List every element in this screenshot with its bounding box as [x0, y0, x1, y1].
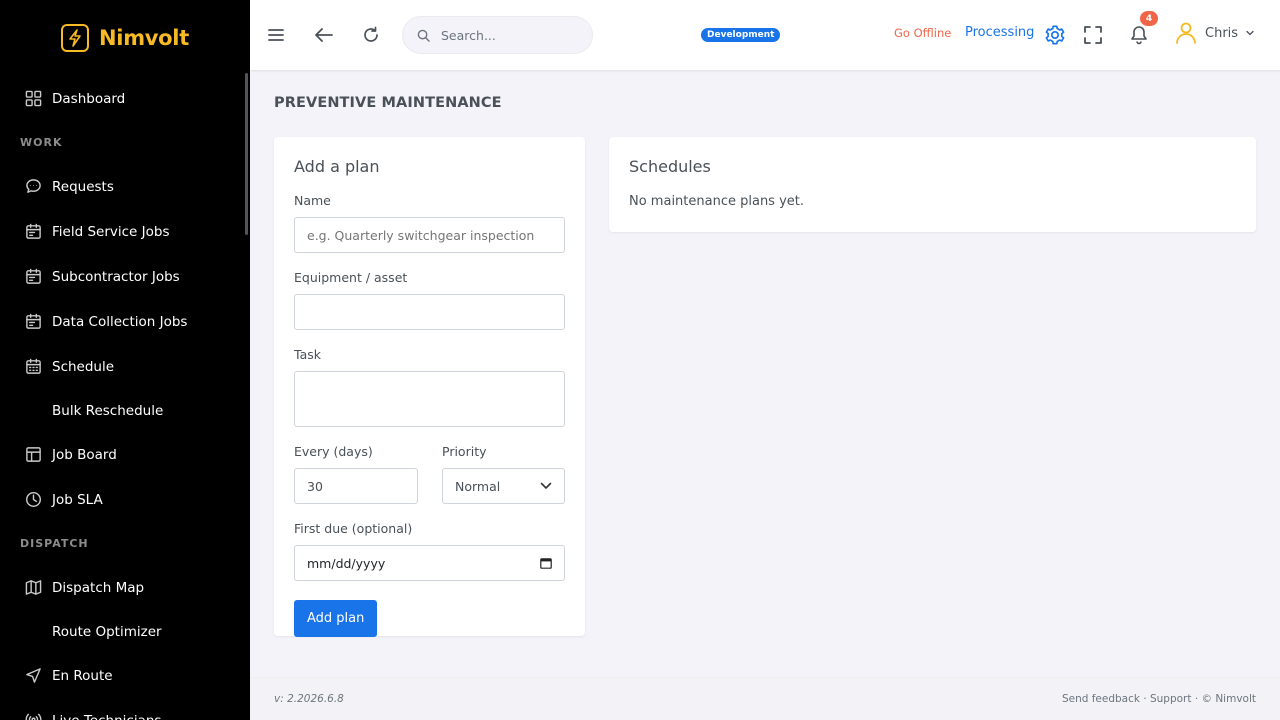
back-button[interactable] [309, 20, 339, 50]
fullscreen-icon [1084, 26, 1102, 44]
task-label: Task [294, 347, 321, 362]
sidebar-item-label: Requests [52, 178, 114, 195]
search-input[interactable] [441, 27, 581, 43]
sidebar-item-field-service-jobs[interactable]: Field Service Jobs [0, 209, 250, 254]
calendar-icon [24, 223, 42, 241]
sidebar-item-job-sla[interactable]: Job SLA [0, 477, 250, 522]
search-icon [417, 29, 430, 42]
sidebar-nav: Dashboard WORK Requests Field Service Jobs S… [0, 76, 250, 720]
footer: v: 2.2026.6.8 Send feedback · Support · … [250, 677, 1280, 720]
footer-links[interactable]: Send feedback · Support · © Nimvolt [1062, 693, 1256, 705]
sidebar-item-route-optimizer[interactable]: Route Optimizer [0, 610, 250, 653]
every-days-label: Every (days) [294, 444, 373, 459]
gear-icon[interactable] [1044, 24, 1066, 46]
refresh-icon [364, 26, 378, 42]
topbar: Development Go Offline Processing 4 Chri… [250, 0, 1280, 70]
sidebar-item-label: Job Board [52, 446, 117, 463]
search-box[interactable] [402, 16, 593, 54]
sidebar-item-label: Route Optimizer [52, 623, 162, 640]
schedules-empty-text: No maintenance plans yet. [629, 194, 805, 209]
add-plan-heading: Add a plan [294, 157, 380, 176]
name-label: Name [294, 193, 331, 208]
clock-icon [24, 491, 42, 509]
user-menu[interactable]: Chris [1175, 21, 1254, 45]
first-due-date-input[interactable]: mm/dd/yyyy [294, 545, 565, 581]
broadcast-icon [24, 712, 42, 720]
sidebar: Nimvolt Dashboard WORK Requests Field Servi… [0, 0, 250, 720]
page-title: PREVENTIVE MAINTENANCE [274, 95, 502, 111]
priority-label: Priority [442, 444, 487, 459]
calendar-icon [24, 268, 42, 286]
equipment-label: Equipment / asset [294, 270, 408, 285]
first-due-label: First due (optional) [294, 521, 413, 536]
sidebar-item-label: Subcontractor Jobs [52, 268, 180, 285]
hamburger-icon [268, 29, 284, 41]
sidebar-item-label: En Route [52, 667, 113, 684]
refresh-button[interactable] [356, 20, 386, 50]
sidebar-item-label: Bulk Reschedule [52, 402, 164, 419]
version-text: v: 2.2026.6.8 [274, 693, 344, 705]
arrow-left-icon [315, 28, 333, 42]
equipment-input[interactable] [294, 294, 565, 330]
sidebar-item-job-board[interactable]: Job Board [0, 432, 250, 477]
first-due-placeholder: mm/dd/yyyy [307, 555, 386, 571]
board-icon [24, 446, 42, 464]
sidebar-section-dispatch: DISPATCH [20, 537, 89, 550]
environment-badge: Development [701, 28, 781, 42]
name-input[interactable] [294, 217, 565, 253]
sidebar-item-dispatch-map[interactable]: Dispatch Map [0, 565, 250, 610]
sidebar-scrollbar[interactable] [245, 73, 248, 235]
sidebar-item-label: Dispatch Map [52, 579, 145, 596]
navigation-icon [24, 667, 42, 685]
task-textarea[interactable] [294, 371, 565, 427]
sidebar-item-dashboard[interactable]: Dashboard [0, 76, 250, 121]
grid-icon [24, 90, 42, 108]
sidebar-item-bulk-reschedule[interactable]: Bulk Reschedule [0, 389, 250, 432]
add-plan-button[interactable]: Add plan [294, 600, 378, 637]
chevron-down-icon [540, 482, 552, 490]
sidebar-item-label: Job SLA [52, 491, 103, 508]
sidebar-item-label: Dashboard [52, 90, 126, 107]
calendar-icon [24, 313, 42, 331]
user-icon [1176, 22, 1196, 44]
add-plan-card: Add a plan Name Equipment / asset Task E… [274, 137, 585, 637]
notification-count-badge: 4 [1140, 11, 1158, 26]
sidebar-section-work: WORK [20, 136, 63, 149]
sidebar-item-data-collection-jobs[interactable]: Data Collection Jobs [0, 299, 250, 344]
priority-value: Normal [455, 478, 501, 494]
sidebar-item-en-route[interactable]: En Route [0, 653, 250, 698]
priority-select[interactable]: Normal [442, 468, 565, 504]
schedules-heading: Schedules [629, 157, 711, 176]
brand[interactable]: Nimvolt [0, 0, 250, 76]
calendar-icon[interactable] [540, 557, 552, 569]
sidebar-item-live-technicians[interactable]: Live Technicians [0, 698, 250, 720]
hamburger-menu-button[interactable] [261, 20, 291, 50]
calendar-grid-icon [24, 358, 42, 376]
sidebar-item-label: Live Technicians [52, 713, 161, 720]
every-days-input[interactable]: 30 [294, 468, 418, 504]
sidebar-item-label: Field Service Jobs [52, 223, 170, 240]
sidebar-item-subcontractor-jobs[interactable]: Subcontractor Jobs [0, 254, 250, 299]
fullscreen-button[interactable] [1078, 20, 1108, 50]
lightning-logo-icon [61, 24, 90, 52]
schedules-card: Schedules No maintenance plans yet. [609, 137, 1256, 232]
user-name: Chris [1205, 25, 1239, 41]
sidebar-item-label: Schedule [52, 358, 115, 375]
go-offline-link[interactable]: Go Offline [894, 26, 951, 40]
sidebar-item-schedule[interactable]: Schedule [0, 344, 250, 389]
brand-name: Nimvolt [99, 26, 189, 50]
chat-bubble-icon [24, 178, 42, 196]
processing-status[interactable]: Processing [965, 25, 1034, 40]
sidebar-item-label: Data Collection Jobs [52, 313, 188, 330]
bell-icon [1131, 26, 1147, 45]
chevron-down-icon [1246, 30, 1254, 36]
sidebar-item-requests[interactable]: Requests [0, 164, 250, 209]
map-icon [24, 579, 42, 597]
